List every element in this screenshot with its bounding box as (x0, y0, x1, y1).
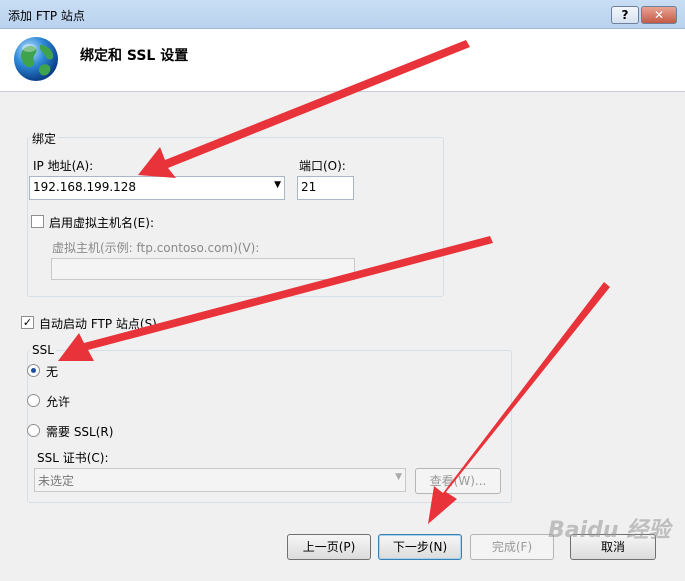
virtual-host-field[interactable] (51, 258, 355, 280)
page-heading: 绑定和 SSL 设置 (80, 48, 189, 64)
port-value: 21 (301, 180, 317, 194)
autostart-label: 自动启动 FTP 站点(S) (39, 317, 157, 331)
ssl-allow-radio[interactable] (27, 394, 40, 407)
virtual-host-checkbox[interactable] (31, 215, 44, 228)
title-bar: 添加 FTP 站点 ? ✕ (0, 0, 685, 29)
chevron-down-icon[interactable]: ▼ (395, 472, 402, 482)
chevron-down-icon[interactable]: ▼ (274, 180, 281, 190)
wizard-header: 绑定和 SSL 设置 (0, 29, 685, 92)
binding-legend: 绑定 (30, 130, 59, 147)
globe-icon (14, 37, 58, 81)
ssl-require-radio[interactable] (27, 424, 40, 437)
finish-button[interactable]: 完成(F) (470, 534, 554, 560)
ssl-cert-value: 未选定 (38, 474, 75, 488)
virtual-host-label: 虚拟主机(示例: ftp.contoso.com)(V): (52, 241, 260, 255)
ip-address-combobox[interactable]: 192.168.199.128 ▼ (29, 176, 285, 200)
ssl-allow-label: 允许 (46, 395, 71, 409)
virtual-host-checkbox-label: 启用虚拟主机名(E): (49, 216, 154, 230)
ssl-none-radio[interactable] (27, 364, 40, 377)
close-button[interactable]: ✕ (641, 6, 677, 24)
port-field[interactable]: 21 (297, 176, 354, 200)
window-title: 添加 FTP 站点 (8, 9, 85, 23)
ssl-cert-label: SSL 证书(C): (37, 451, 109, 465)
help-button[interactable]: ? (611, 6, 639, 24)
ssl-require-label: 需要 SSL(R) (46, 425, 114, 439)
port-label: 端口(O): (299, 159, 346, 173)
prev-button[interactable]: 上一页(P) (287, 534, 371, 560)
ip-address-value: 192.168.199.128 (33, 180, 137, 194)
ssl-legend: SSL (30, 343, 56, 357)
view-cert-button[interactable]: 查看(W)... (415, 468, 501, 494)
next-button[interactable]: 下一步(N) (378, 534, 462, 560)
autostart-checkbox[interactable]: ✓ (21, 316, 34, 329)
watermark: Baidu 经验 (548, 518, 671, 543)
ssl-cert-combobox[interactable]: 未选定 ▼ (34, 468, 406, 492)
ssl-none-label: 无 (46, 365, 59, 379)
ip-address-label: IP 地址(A): (33, 159, 94, 173)
